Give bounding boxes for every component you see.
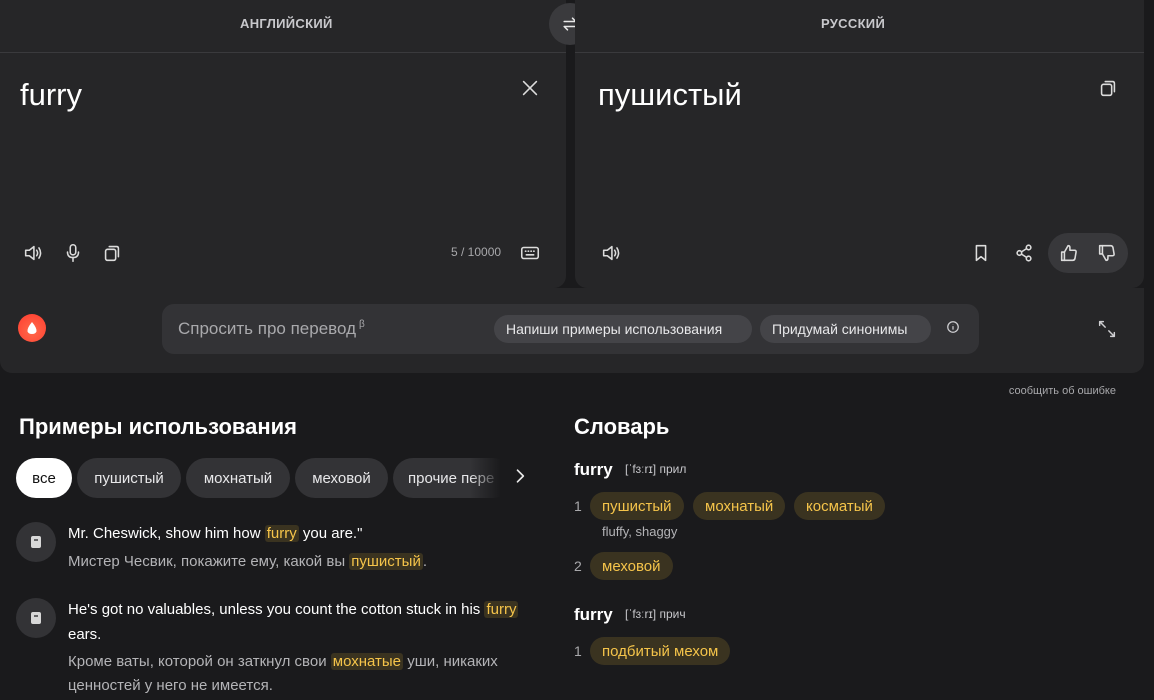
dictionary-title: Словарь	[574, 414, 670, 439]
book-icon	[16, 598, 56, 638]
sense-number: 1	[574, 643, 582, 659]
alice-logo-icon[interactable]	[18, 314, 46, 342]
char-counter: 5 / 10000	[451, 245, 502, 259]
translation-text: пушистый	[598, 77, 742, 112]
expand-icon[interactable]	[1096, 318, 1120, 342]
dictionary-headword: furry	[574, 460, 613, 479]
sense-number: 2	[574, 558, 582, 574]
source-language-button[interactable]: АНГЛИЙСКИЙ	[240, 16, 333, 31]
microphone-icon[interactable]	[59, 239, 87, 267]
speaker-icon[interactable]	[19, 239, 47, 267]
translation-chip[interactable]: подбитый мехом	[590, 637, 731, 665]
target-divider	[575, 52, 1144, 53]
suggestion-synonyms-chip[interactable]: Придумай синонимы	[760, 315, 931, 343]
thumbs-down-icon[interactable]	[1093, 239, 1121, 267]
filter-chip[interactable]: мохнатый	[186, 458, 290, 498]
copy-icon[interactable]	[98, 239, 126, 267]
filter-chip[interactable]: пушистый	[77, 458, 181, 498]
translation-chip[interactable]: меховой	[590, 552, 673, 580]
copy-translation-icon[interactable]	[1094, 74, 1122, 102]
filter-chip[interactable]: меховой	[295, 458, 388, 498]
source-text-input[interactable]: furry	[20, 77, 82, 113]
suggestion-examples-chip[interactable]: Напиши примеры использования	[494, 315, 752, 343]
source-divider	[0, 52, 566, 53]
clear-icon[interactable]	[516, 74, 544, 102]
book-icon	[16, 522, 56, 562]
source-panel: АНГЛИЙСКИЙ furry 5 / 10000	[0, 0, 566, 288]
bookmark-icon[interactable]	[967, 239, 995, 267]
dictionary-headword: furry	[574, 605, 613, 624]
sense-number: 1	[574, 498, 582, 514]
speaker-icon[interactable]	[597, 239, 625, 267]
thumbs-up-icon[interactable]	[1055, 239, 1083, 267]
dictionary-transcription: [ˈfɜːrɪ] прил	[625, 462, 687, 476]
chevron-right-icon[interactable]	[510, 466, 534, 490]
target-language-button[interactable]: РУССКИЙ	[821, 16, 885, 31]
translation-chip[interactable]: косматый	[794, 492, 885, 520]
ask-placeholder: Спросить про перевод β	[178, 319, 365, 338]
synonyms-text: fluffy, shaggy	[602, 524, 678, 539]
translation-chip[interactable]: пушистый	[590, 492, 684, 520]
translation-chip[interactable]: мохнатый	[693, 492, 786, 520]
share-icon[interactable]	[1010, 239, 1038, 267]
example-source: Mr. Cheswick, show him how furry you are…	[68, 525, 363, 542]
filter-chip-all[interactable]: все	[16, 458, 72, 498]
chips-fade	[470, 458, 514, 498]
report-error-link[interactable]: сообщить об ошибке	[1009, 385, 1116, 397]
example-translation: Кроме ваты, которой он заткнул свои мохн…	[68, 653, 498, 694]
example-source: He's got no valuables, unless you count …	[68, 601, 519, 643]
dictionary-transcription: [ˈfɜːrɪ] прич	[625, 607, 686, 621]
info-icon[interactable]	[946, 320, 962, 336]
keyboard-icon[interactable]	[516, 239, 544, 267]
examples-title: Примеры использования	[19, 414, 298, 439]
example-translation: Мистер Чесвик, покажите ему, какой вы пу…	[68, 553, 428, 570]
